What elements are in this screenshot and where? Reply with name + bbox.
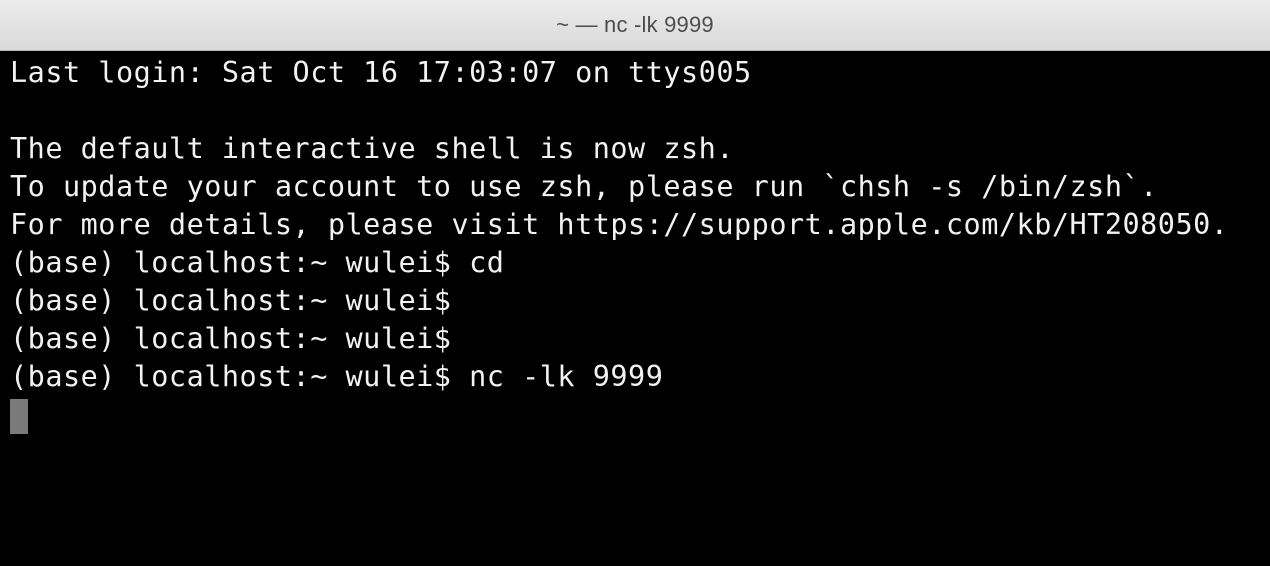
terminal-line: (base) localhost:~ wulei$ [10,322,452,355]
window-title: ~ — nc -lk 9999 [556,12,714,37]
input-line[interactable] [10,396,1265,434]
terminal-line: (base) localhost:~ wulei$ [10,284,452,317]
text-cursor [10,399,28,434]
terminal-line: The default interactive shell is now zsh… [10,132,734,165]
title-bar[interactable]: ~ — nc -lk 9999 [0,0,1270,51]
terminal-line: (base) localhost:~ wulei$ nc -lk 9999 [10,360,664,393]
terminal-window: ~ — nc -lk 9999 Last login: Sat Oct 16 1… [0,0,1270,566]
terminal-line: To update your account to use zsh, pleas… [10,170,1158,203]
terminal-line: (base) localhost:~ wulei$ cd [10,246,505,279]
terminal-output[interactable]: Last login: Sat Oct 16 17:03:07 on ttys0… [10,54,1265,559]
terminal-line: Last login: Sat Oct 16 17:03:07 on ttys0… [10,56,752,89]
terminal-line: For more details, please visit https://s… [10,208,1229,241]
